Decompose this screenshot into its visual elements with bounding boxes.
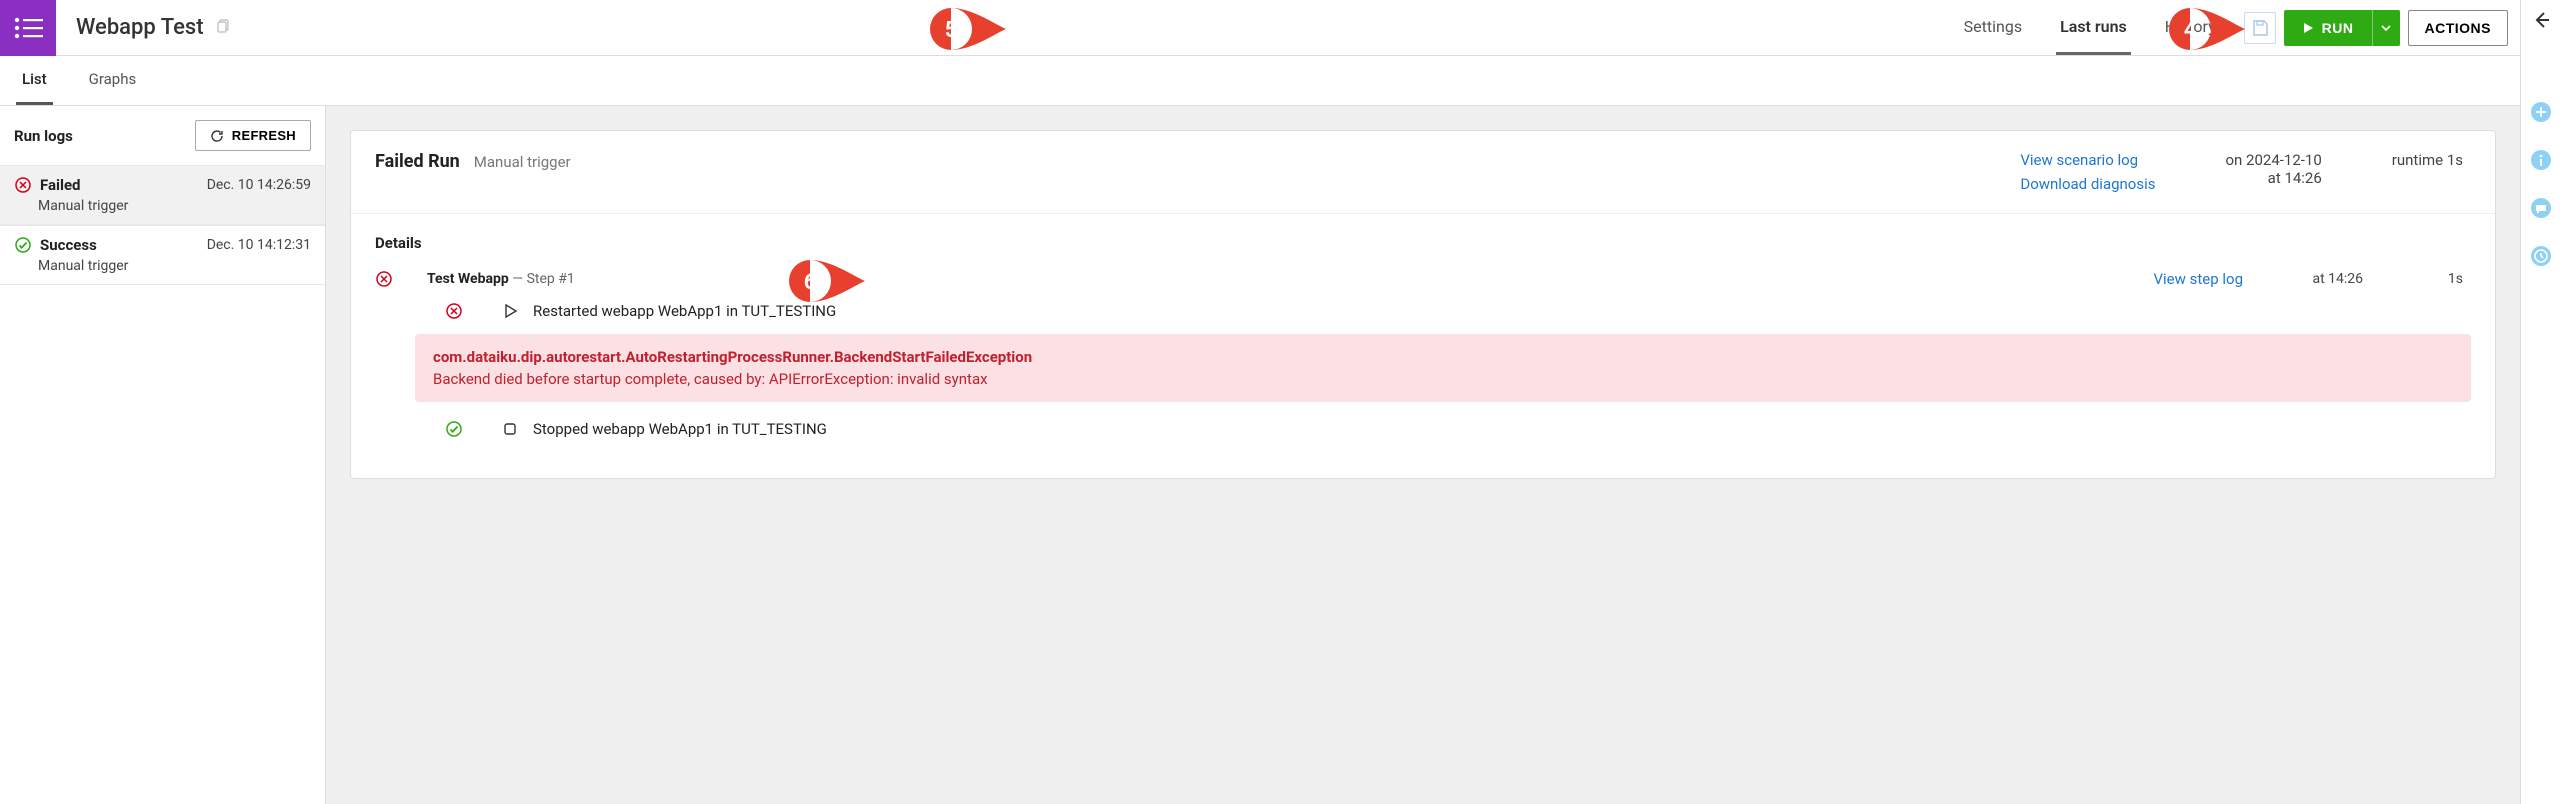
add-button[interactable]: [2529, 100, 2553, 124]
play-outline-icon: [501, 302, 519, 320]
error-exception: com.dataiku.dip.autorestart.AutoRestarti…: [433, 348, 2453, 366]
top-actions: RUN ACTIONS: [2244, 10, 2508, 46]
status-success-icon: [14, 236, 32, 254]
nav-last-runs[interactable]: Last runs: [2056, 1, 2131, 55]
detail-panel: Failed Run Manual trigger View scenario …: [326, 106, 2520, 804]
step-name: Test Webapp: [427, 271, 509, 287]
substep-restart: Restarted webapp WebApp1 in TUT_TESTING: [445, 302, 2471, 320]
info-button[interactable]: [2529, 148, 2553, 172]
content-area: Run logs REFRESH Failed Dec. 10 14:26:59…: [0, 106, 2520, 804]
run-time: Dec. 10 14:26:59: [207, 177, 311, 193]
svg-text:6: 6: [804, 270, 817, 295]
status-failed-icon: [445, 302, 463, 320]
view-step-log-link[interactable]: View step log: [2153, 270, 2243, 288]
app-logo: [0, 0, 56, 56]
annotation-6: 6: [789, 260, 865, 306]
save-button[interactable]: [2244, 12, 2276, 44]
run-item-success[interactable]: Success Dec. 10 14:12:31 Manual trigger: [0, 225, 325, 285]
details-label: Details: [375, 234, 2471, 252]
run-time: at 14:26: [2226, 169, 2322, 187]
annotation-4: 4: [2169, 8, 2245, 54]
run-detail-subtitle: Manual trigger: [474, 153, 571, 171]
chevron-down-icon: [2381, 25, 2391, 31]
refresh-button[interactable]: REFRESH: [195, 120, 311, 151]
run-logs-title: Run logs: [14, 127, 73, 145]
clock-circle-icon: [2530, 245, 2552, 267]
download-diagnosis-link[interactable]: Download diagnosis: [2020, 175, 2155, 193]
plus-circle-icon: [2530, 101, 2552, 123]
run-logs-panel: Run logs REFRESH Failed Dec. 10 14:26:59…: [0, 106, 326, 804]
run-trigger: Manual trigger: [38, 198, 311, 214]
run-button[interactable]: RUN: [2284, 10, 2372, 46]
top-bar: Webapp Test Settings Last runs History R…: [0, 0, 2520, 56]
step-time: at 14:26: [2303, 271, 2363, 287]
right-rail: [2520, 0, 2560, 804]
arrow-left-icon: [2530, 9, 2552, 31]
status-success-icon: [445, 420, 463, 438]
annotation-5: 5: [930, 8, 1006, 54]
chat-circle-icon: [2530, 197, 2552, 219]
run-item-failed[interactable]: Failed Dec. 10 14:26:59 Manual trigger: [0, 165, 325, 225]
run-runtime: runtime 1s: [2392, 151, 2463, 169]
info-circle-icon: [2530, 149, 2552, 171]
status-failed-icon: [14, 176, 32, 194]
run-status: Failed: [40, 176, 81, 194]
run-status: Success: [40, 236, 97, 254]
run-detail-title: Failed Run: [375, 151, 460, 172]
step-duration: 1s: [2423, 271, 2463, 287]
substep-text: Stopped webapp WebApp1 in TUT_TESTING: [533, 420, 827, 438]
history-button[interactable]: [2529, 244, 2553, 268]
run-time: Dec. 10 14:12:31: [207, 237, 311, 253]
play-icon: [2302, 22, 2314, 34]
subnav-list[interactable]: List: [16, 56, 53, 105]
stop-outline-icon: [501, 420, 519, 438]
svg-text:4: 4: [2184, 18, 2197, 43]
svg-text:5: 5: [945, 18, 958, 43]
step-row: Test Webapp — Step #1 View step log at 1…: [375, 270, 2471, 288]
refresh-icon: [210, 129, 224, 143]
sub-nav: List Graphs: [0, 56, 2520, 106]
run-button-group: RUN: [2284, 10, 2400, 46]
status-failed-icon: [375, 270, 393, 288]
subnav-graphs[interactable]: Graphs: [83, 56, 143, 105]
error-box: com.dataiku.dip.autorestart.AutoRestarti…: [415, 334, 2471, 402]
run-detail-card: Failed Run Manual trigger View scenario …: [350, 130, 2496, 479]
step-suffix: — Step #1: [509, 271, 575, 287]
run-dropdown[interactable]: [2372, 10, 2400, 46]
run-date: on 2024-12-10: [2226, 151, 2322, 169]
actions-button[interactable]: ACTIONS: [2408, 10, 2509, 46]
nav-settings[interactable]: Settings: [1960, 1, 2026, 55]
run-trigger: Manual trigger: [38, 258, 311, 274]
copy-icon[interactable]: [216, 18, 232, 38]
view-scenario-log-link[interactable]: View scenario log: [2020, 151, 2155, 169]
collapse-button[interactable]: [2529, 8, 2553, 32]
error-message: Backend died before startup complete, ca…: [433, 370, 2453, 388]
page-title: Webapp Test: [76, 15, 204, 40]
discussion-button[interactable]: [2529, 196, 2553, 220]
substep-stop: Stopped webapp WebApp1 in TUT_TESTING: [445, 420, 2471, 438]
